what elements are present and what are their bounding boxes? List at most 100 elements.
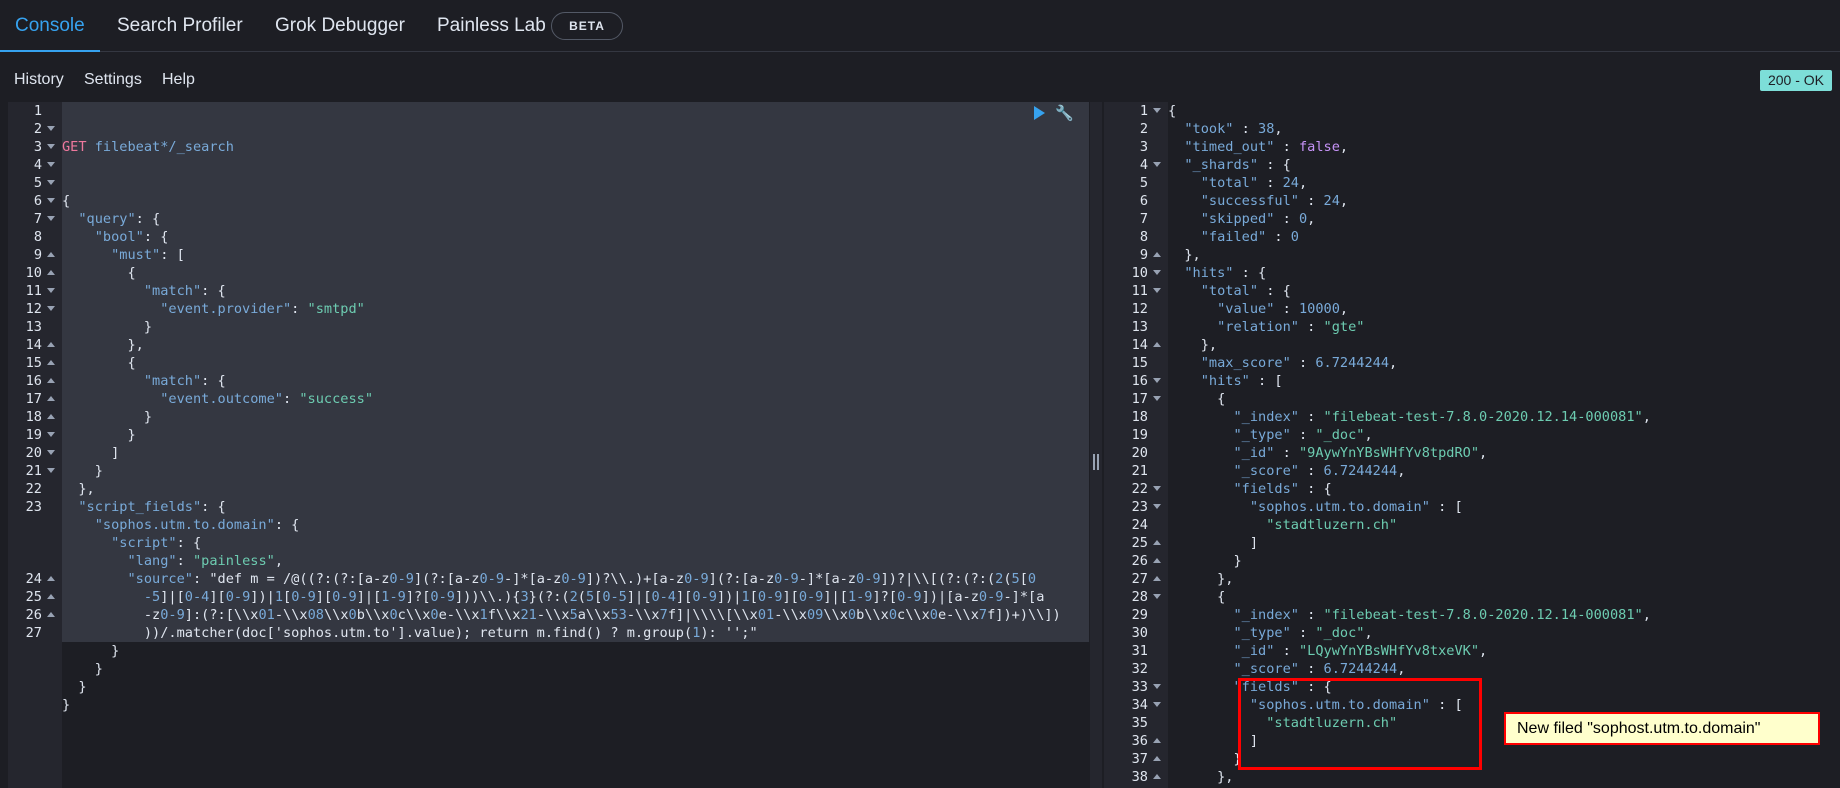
request-line-numbers: 1 2 3 4 5 6 7 8 9 10 11 12 13 14 15 16 17 18 19 20 21 22 23 24 2…: [8, 102, 62, 642]
line-number: 21: [1131, 463, 1148, 479]
code-line: ]: [1168, 535, 1259, 551]
line-number: 13: [25, 319, 42, 335]
pane-resizer[interactable]: [1090, 102, 1102, 788]
request-code[interactable]: GET filebeat*/_search { "query": { "bool…: [62, 102, 1061, 714]
line-number: 10: [1104, 264, 1168, 282]
code-line: "event.provider": "smtpd": [160, 301, 365, 317]
code-line: "query": {: [78, 211, 161, 227]
line-number: 30: [1131, 625, 1148, 641]
line-number: 35: [1131, 715, 1148, 731]
code-line: "match": {: [143, 283, 226, 299]
settings-link[interactable]: Settings: [84, 71, 142, 89]
line-number: 7: [8, 210, 62, 228]
highlight-box: [1238, 678, 1482, 770]
code-line: "timed_out" : false,: [1184, 139, 1349, 155]
line-number: 2: [8, 120, 62, 138]
resize-handle-icon[interactable]: [1093, 454, 1099, 470]
line-number: [8, 516, 62, 534]
annotation-callout: New filed "sophost.utm.to.domain": [1504, 712, 1820, 745]
run-icon[interactable]: [1034, 106, 1045, 120]
line-number: 28: [1104, 588, 1168, 606]
code-line: "stadtluzern.ch": [1266, 517, 1398, 533]
code-line: "_score" : 6.7244244,: [1233, 463, 1406, 479]
code-line: ]: [62, 445, 120, 461]
line-number: 1: [33, 103, 42, 119]
code-line: },: [1168, 337, 1218, 353]
code-line: {: [62, 355, 136, 371]
code-line: }: [62, 679, 87, 695]
code-line: "skipped" : 0,: [1200, 211, 1316, 227]
code-line: "total" : 24,: [1200, 175, 1308, 191]
code-line: "script_fields": {: [78, 499, 226, 515]
code-line: "match": {: [143, 373, 226, 389]
line-number: 4: [1104, 156, 1168, 174]
app-tabs: Console Search Profiler Grok Debugger Pa…: [0, 0, 1840, 52]
code-line: }: [1168, 553, 1242, 569]
code-line: "sophos.utm.to.domain" : [: [1249, 499, 1463, 515]
line-number: 22: [1104, 480, 1168, 498]
code-line: -z0-9]:(?:[\\x01-\\x08\\x0b\\x0c\\x0e-\\…: [62, 607, 1061, 623]
line-number: 31: [1131, 643, 1148, 659]
tab-painless-lab[interactable]: Painless Lab: [437, 0, 546, 51]
line-number: 26: [8, 606, 62, 624]
request-url: filebeat*/_search: [94, 139, 234, 155]
line-number: 4: [8, 156, 62, 174]
line-number: 17: [8, 390, 62, 408]
code-line: "_id" : "9AywYnYBsWHfYv8tpdRO",: [1233, 445, 1488, 461]
beta-badge: BETA: [551, 12, 623, 40]
response-line-numbers: 1 2 3 4 5 6 7 8 9 10 11 12 13 14 15 16 17 18 19 20 21 22 23 24 2…: [1104, 102, 1168, 786]
code-line: },: [62, 481, 95, 497]
code-line: },: [1168, 247, 1201, 263]
code-line: "must": [: [111, 247, 185, 263]
line-number: 14: [8, 336, 62, 354]
line-number: 2: [1139, 121, 1148, 137]
wrench-icon[interactable]: 🔧: [1055, 104, 1074, 122]
code-line: "successful" : 24,: [1200, 193, 1349, 209]
tab-search-profiler[interactable]: Search Profiler: [117, 0, 243, 51]
code-line: },: [1168, 571, 1234, 587]
line-number: 29: [1131, 607, 1148, 623]
code-line: "fields" : {: [1233, 481, 1332, 497]
line-number: 17: [1104, 390, 1168, 408]
line-number: 27: [1104, 570, 1168, 588]
line-number: 6: [8, 192, 62, 210]
line-number: 38: [1104, 768, 1168, 786]
status-badge: 200 - OK: [1760, 70, 1832, 91]
line-number: 6: [1139, 193, 1148, 209]
line-number: 25: [1104, 534, 1168, 552]
code-line: }: [62, 409, 153, 425]
line-number: 1: [1104, 102, 1168, 120]
help-link[interactable]: Help: [162, 71, 195, 89]
line-number: 16: [1104, 372, 1168, 390]
line-number: 25: [8, 588, 62, 606]
line-number: 19: [8, 426, 62, 444]
line-number: [8, 534, 62, 552]
request-editor[interactable]: GET filebeat*/_search { "query": { "bool…: [62, 102, 1089, 788]
request-method: GET: [62, 139, 87, 155]
code-line: "lang": "painless",: [127, 553, 283, 569]
code-line: "_index" : "filebeat-test-7.8.0-2020.12.…: [1233, 409, 1651, 425]
line-number: 34: [1104, 696, 1168, 714]
line-number: 23: [25, 499, 42, 515]
code-line: "_type" : "_doc",: [1233, 625, 1373, 641]
line-number: 21: [8, 462, 62, 480]
code-line: {: [1168, 103, 1177, 119]
line-number: 22: [25, 481, 42, 497]
line-number: 11: [8, 282, 62, 300]
line-number: 8: [33, 229, 42, 245]
line-number: 10: [8, 264, 62, 282]
line-number: 36: [1104, 732, 1168, 750]
history-link[interactable]: History: [14, 71, 64, 89]
line-number: 9: [1104, 246, 1168, 264]
code-line: }: [62, 643, 120, 659]
code-line: {: [62, 193, 71, 209]
line-number: 20: [1131, 445, 1148, 461]
code-line: "total" : {: [1200, 283, 1291, 299]
tab-grok-debugger[interactable]: Grok Debugger: [275, 0, 405, 51]
code-line: {: [1168, 391, 1226, 407]
tab-console[interactable]: Console: [0, 0, 100, 52]
line-number: 19: [1131, 427, 1148, 443]
code-line: "hits" : {: [1184, 265, 1267, 281]
line-number: 3: [1139, 139, 1148, 155]
code-line: "_index" : "filebeat-test-7.8.0-2020.12.…: [1233, 607, 1651, 623]
